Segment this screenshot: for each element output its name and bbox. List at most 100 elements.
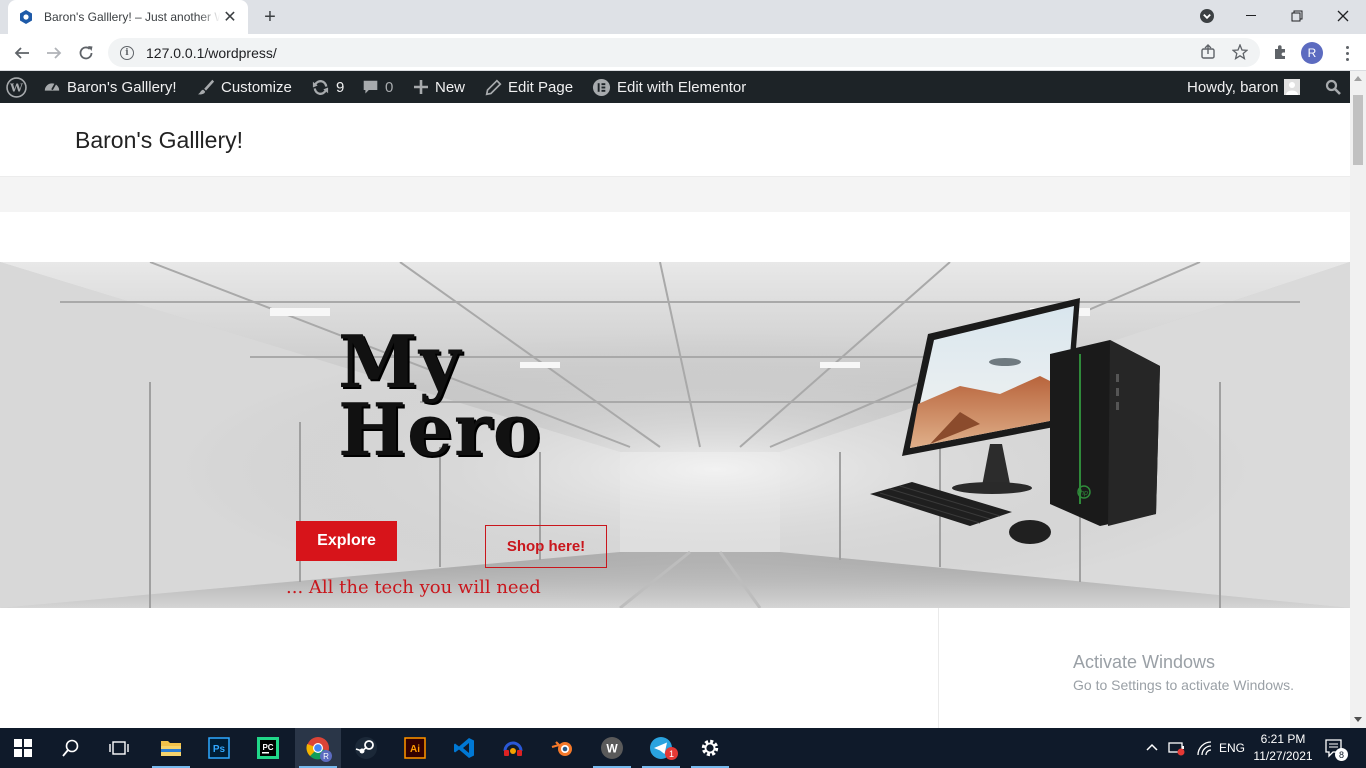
- browser-tab-active[interactable]: Baron's Galllery! – Just another WordPre…: [8, 0, 248, 34]
- scrollbar-thumb[interactable]: [1353, 95, 1363, 165]
- restore-button[interactable]: [1274, 0, 1320, 32]
- photoshop-icon[interactable]: Ps: [196, 728, 242, 768]
- scroll-up-arrow-icon[interactable]: [1354, 76, 1362, 81]
- elementor-icon: [592, 78, 611, 97]
- howdy-label: Howdy, baron: [1187, 78, 1279, 96]
- shop-here-button[interactable]: Shop here!: [485, 525, 607, 568]
- file-explorer-icon[interactable]: [148, 728, 194, 768]
- wp-logo-icon[interactable]: W: [6, 71, 27, 103]
- admin-edit-page-label: Edit Page: [508, 78, 574, 96]
- plus-icon: [413, 79, 429, 95]
- svg-text:Ai: Ai: [410, 744, 420, 755]
- blender-icon[interactable]: [540, 728, 586, 768]
- site-favicon-icon: [18, 9, 34, 25]
- clock-time: 6:21 PM: [1260, 732, 1306, 746]
- reload-button[interactable]: [72, 39, 100, 67]
- admin-comments[interactable]: 0: [362, 71, 393, 103]
- chrome-profile-badge: R: [320, 750, 332, 762]
- admin-updates[interactable]: 9: [311, 71, 344, 103]
- extensions-icon[interactable]: [1271, 43, 1289, 61]
- vscode-icon[interactable]: [441, 728, 487, 768]
- admin-account[interactable]: Howdy, baron: [1187, 71, 1301, 103]
- task-view-icon[interactable]: [96, 728, 142, 768]
- telegram-unread-badge: 1: [665, 747, 678, 760]
- admin-site-name-label: Baron's Galllery!: [67, 78, 177, 96]
- wp-admin-bar: W Baron's Galllery! Customize 9 0 New Ed…: [0, 71, 1350, 103]
- comments-count: 0: [385, 78, 394, 96]
- address-bar[interactable]: i 127.0.0.1/wordpress/: [108, 38, 1260, 67]
- close-window-button[interactable]: [1320, 0, 1366, 32]
- scroll-down-arrow-icon[interactable]: [1354, 717, 1362, 722]
- svg-text:W: W: [606, 742, 618, 756]
- chrome-icon[interactable]: R: [295, 728, 341, 768]
- browser-menu-icon[interactable]: [1338, 42, 1356, 64]
- admin-edit-page[interactable]: Edit Page: [485, 71, 573, 103]
- hero-section: hp My Hero Explore Shop here! ... All th…: [0, 262, 1350, 608]
- site-title[interactable]: Baron's Galllery!: [75, 127, 243, 154]
- wamp-icon[interactable]: W: [589, 728, 635, 768]
- pycharm-icon[interactable]: PC: [245, 728, 291, 768]
- forward-button[interactable]: [40, 39, 68, 67]
- desktop-computer-image: hp: [870, 298, 1160, 544]
- comment-bubble-icon: [362, 79, 379, 96]
- share-icon[interactable]: [1199, 43, 1217, 61]
- steam-icon[interactable]: [343, 728, 389, 768]
- svg-text:W: W: [9, 80, 24, 94]
- activate-windows-title: Activate Windows: [1073, 652, 1216, 672]
- page-scrollbar[interactable]: [1350, 71, 1366, 728]
- browser-tabstrip: Baron's Galllery! – Just another WordPre…: [0, 0, 1366, 34]
- hero-title: My Hero: [338, 319, 542, 466]
- site-info-icon[interactable]: i: [120, 45, 134, 60]
- admin-elementor[interactable]: Edit with Elementor: [592, 71, 746, 103]
- taskbar-clock[interactable]: 6:21 PM 11/27/2021: [1248, 731, 1318, 765]
- updates-count: 9: [336, 78, 345, 96]
- admin-search-icon[interactable]: [1325, 71, 1341, 103]
- site-header: Baron's Galllery!: [0, 103, 1350, 177]
- admin-customize[interactable]: Customize: [197, 71, 292, 103]
- svg-text:Ps: Ps: [213, 744, 226, 755]
- minimize-button[interactable]: [1228, 0, 1274, 32]
- dashboard-gauge-icon: [43, 78, 61, 96]
- profile-avatar[interactable]: R: [1301, 42, 1323, 64]
- bookmark-star-icon[interactable]: [1231, 43, 1249, 61]
- updates-refresh-icon: [311, 78, 330, 97]
- pencil-icon: [485, 78, 502, 96]
- admin-elementor-label: Edit with Elementor: [617, 78, 747, 96]
- wifi-icon[interactable]: [1196, 728, 1212, 768]
- tab-title: Baron's Galllery! – Just another WordPre…: [44, 10, 220, 24]
- telegram-icon[interactable]: 1: [638, 728, 684, 768]
- new-tab-button[interactable]: +: [258, 6, 282, 28]
- settings-gear-icon[interactable]: [687, 728, 733, 768]
- tab-close-icon[interactable]: ✕: [222, 9, 238, 26]
- search-icon[interactable]: [48, 728, 94, 768]
- header-divider-band: [0, 177, 1350, 212]
- explore-button[interactable]: Explore: [296, 521, 397, 561]
- start-button[interactable]: [0, 728, 46, 768]
- tray-overflow-chevron-icon[interactable]: [1146, 728, 1158, 768]
- admin-new-label: New: [435, 78, 466, 96]
- activate-windows-watermark: Activate Windows Go to Settings to activ…: [1073, 652, 1294, 693]
- illustrator-icon[interactable]: Ai: [392, 728, 438, 768]
- hero-tagline: ... All the tech you will need: [286, 577, 541, 598]
- sidebar-divider: [938, 608, 939, 728]
- paintbrush-icon: [197, 78, 215, 96]
- admin-site-name[interactable]: Baron's Galllery!: [43, 71, 177, 103]
- svg-text:PC: PC: [262, 743, 273, 752]
- back-button[interactable]: [8, 39, 36, 67]
- admin-customize-label: Customize: [221, 78, 292, 96]
- user-avatar: [1284, 79, 1301, 95]
- activate-windows-subtitle: Go to Settings to activate Windows.: [1073, 677, 1294, 693]
- notification-count-badge: 8: [1335, 748, 1348, 761]
- language-indicator[interactable]: ENG: [1219, 728, 1245, 768]
- address-url: 127.0.0.1/wordpress/: [146, 44, 277, 61]
- windows-taskbar: Ps PC R Ai W 1 ENG 6:21 PM 11/27/2021 8: [0, 728, 1366, 768]
- clock-date: 11/27/2021: [1253, 749, 1313, 763]
- headset-app-icon[interactable]: [490, 728, 536, 768]
- notification-center-icon[interactable]: 8: [1324, 728, 1348, 768]
- battery-alert-icon[interactable]: [1168, 728, 1186, 768]
- svg-text:hp: hp: [1080, 490, 1088, 497]
- browser-toolbar: i 127.0.0.1/wordpress/ R: [0, 34, 1366, 71]
- tab-search-icon[interactable]: [1184, 0, 1230, 32]
- hero-title-line1: My: [338, 319, 462, 404]
- admin-new[interactable]: New: [413, 71, 465, 103]
